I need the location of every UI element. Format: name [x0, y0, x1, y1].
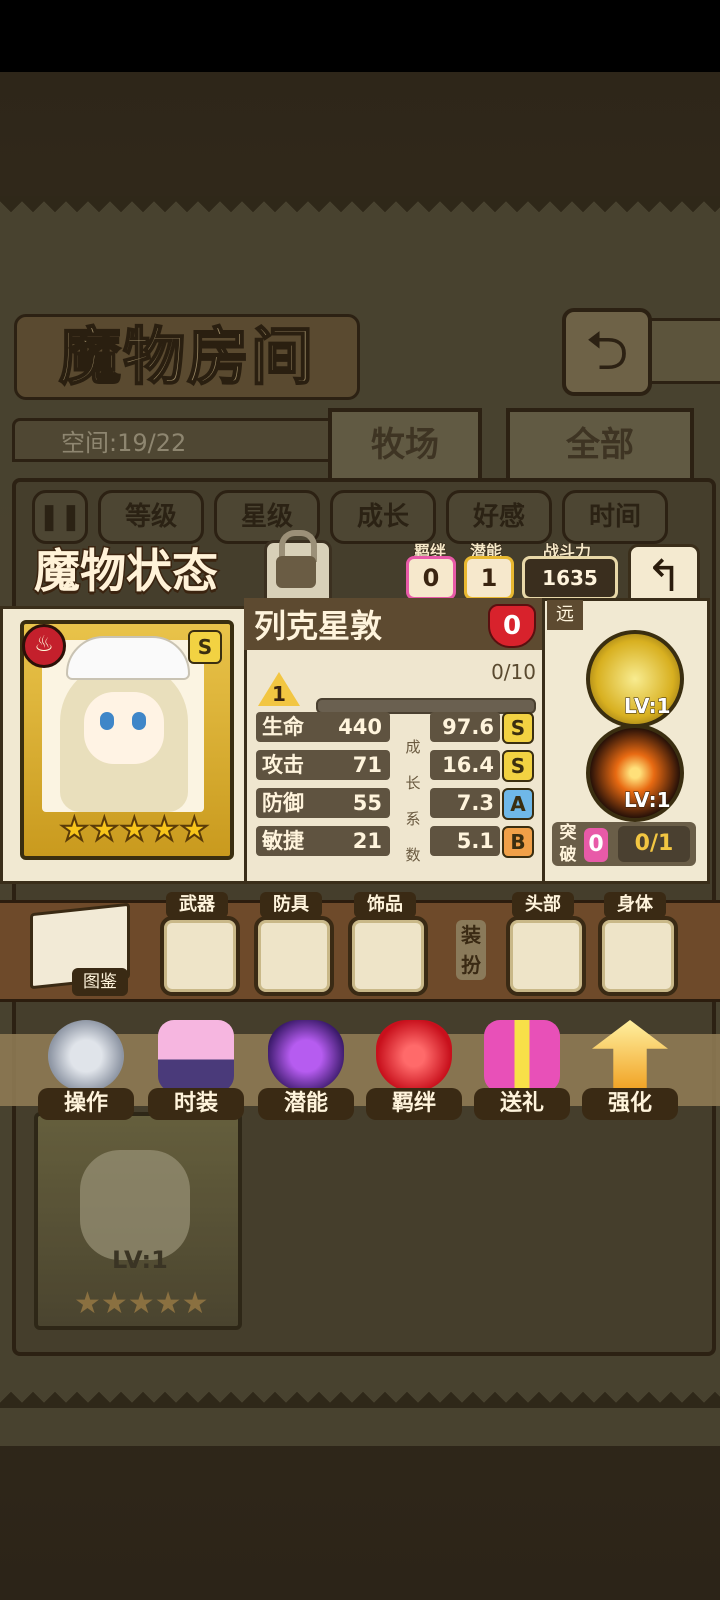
shadow-demon-icon — [268, 1020, 344, 1092]
equip-label-armor: 防具 — [260, 892, 322, 918]
back-button-frame — [640, 318, 720, 384]
back-icon: ⮌ — [585, 319, 629, 382]
background-monster-portrait — [80, 1150, 190, 1260]
enhance-button[interactable]: 强化 — [582, 1020, 678, 1120]
gear-icon — [48, 1020, 124, 1092]
equip-label-accessory: 饰品 — [354, 892, 416, 918]
page-title: 魔物房间 — [14, 314, 360, 400]
monster-eye-right — [132, 712, 146, 730]
stat-row-attack: 攻击 71 — [256, 750, 390, 780]
tab-all[interactable]: 全部 — [506, 408, 694, 482]
equip-slot-body[interactable] — [598, 916, 678, 996]
stat-label: 攻击 — [262, 753, 304, 777]
equip-slot-armor[interactable] — [254, 916, 334, 996]
growth-caption-char: 数 — [405, 846, 421, 864]
lock-icon-body — [276, 556, 316, 588]
growth-value-attack: 16.4 — [430, 750, 500, 780]
equip-label-body: 身体 — [604, 892, 666, 918]
growth-caption-char: 系 — [405, 810, 421, 828]
sort-growth-button[interactable]: 成长 — [330, 490, 436, 544]
sort-level-button[interactable]: 等级 — [98, 490, 204, 544]
stat-value: 55 — [352, 791, 382, 815]
grade-badge: B — [502, 826, 534, 858]
breakthrough-label: 突破 — [559, 823, 577, 865]
star-icon: ★ — [89, 809, 120, 849]
sort-affection-button[interactable]: 好感 — [446, 490, 552, 544]
costume-label: 时装 — [148, 1088, 244, 1120]
stat-value: 21 — [352, 829, 382, 853]
breakthrough-count: 0/1 — [618, 826, 690, 862]
dress-up-label: 装扮 — [456, 920, 486, 980]
operate-label: 操作 — [38, 1088, 134, 1120]
stat-row-hp: 生命 440 — [256, 712, 390, 742]
stat-label: 生命 — [262, 715, 304, 739]
stat-value: 440 — [338, 715, 382, 739]
stat-value: 71 — [352, 753, 382, 777]
stat-row-defense: 防御 55 — [256, 788, 390, 818]
bond-value: 0 — [406, 556, 456, 600]
potential-button-label: 潜能 — [258, 1088, 354, 1120]
back-button[interactable]: ⮌ — [562, 308, 652, 396]
up-arrow-icon — [592, 1020, 668, 1092]
pause-icon: ❚❚ — [38, 502, 82, 532]
star-icon: ★ — [59, 809, 90, 849]
operate-button[interactable]: 操作 — [38, 1020, 134, 1120]
growth-value-agility: 5.1 — [430, 826, 500, 856]
monster-rank-badge: S — [188, 630, 222, 664]
capacity-indicator: 空间:19/22 — [12, 418, 332, 462]
star-icon: ★ — [149, 809, 180, 849]
growth-caption-char: 成 — [405, 738, 421, 756]
tab-pasture[interactable]: 牧场 — [328, 408, 482, 482]
grade-badge: A — [502, 788, 534, 820]
growth-value-defense: 7.3 — [430, 788, 500, 818]
fire-element-icon: ♨ — [22, 624, 66, 668]
bond-button-label: 羁绊 — [366, 1088, 462, 1120]
growth-value-hp: 97.6 — [430, 712, 500, 742]
exp-text: 0/10 — [491, 660, 536, 684]
board-top-edge — [0, 196, 720, 240]
gift-box-icon — [484, 1020, 560, 1092]
power-value: 1635 — [522, 556, 618, 600]
grade-badge: S — [502, 712, 534, 744]
monster-book-label: 图鉴 — [72, 968, 128, 996]
enhance-label: 强化 — [582, 1088, 678, 1120]
back-arrow-icon: ↰ — [645, 551, 683, 602]
range-tag: 远 — [547, 600, 583, 630]
costume-button[interactable]: 时装 — [148, 1020, 244, 1120]
affection-heart-icon: 0 — [488, 604, 536, 648]
stat-label: 敏捷 — [262, 829, 304, 853]
monster-eye-left — [100, 712, 114, 730]
potential-value: 1 — [464, 556, 514, 600]
grade-badge: S — [502, 750, 534, 782]
gift-button[interactable]: 送礼 — [474, 1020, 570, 1120]
double-heart-icon — [376, 1020, 452, 1092]
bond-button[interactable]: 羁绊 — [366, 1020, 462, 1120]
outfit-icon — [158, 1020, 234, 1092]
monster-portrait-face — [84, 692, 164, 764]
equip-slot-head[interactable] — [506, 916, 586, 996]
skill-level: LV:1 — [623, 694, 671, 719]
equip-slot-weapon[interactable] — [160, 916, 240, 996]
background-monster-level: LV:1 — [112, 1246, 168, 1274]
growth-caption-char: 长 — [405, 774, 421, 792]
sort-time-button[interactable]: 时间 — [562, 490, 668, 544]
potential-button[interactable]: 潜能 — [258, 1020, 354, 1120]
stat-row-agility: 敏捷 21 — [256, 826, 390, 856]
stat-label: 防御 — [262, 791, 304, 815]
board-bottom-edge — [0, 1364, 720, 1408]
equip-label-weapon: 武器 — [166, 892, 228, 918]
monster-name: 列克星敦 — [254, 607, 383, 645]
monster-portrait-hat — [66, 636, 190, 680]
skill-level: LV:1 — [623, 788, 671, 813]
star-icon: ★ — [179, 809, 210, 849]
equip-label-head: 头部 — [512, 892, 574, 918]
star-icon: ★ — [119, 809, 150, 849]
pause-button[interactable]: ❚❚ — [32, 490, 88, 544]
breakthrough-value: 0 — [584, 828, 608, 862]
status-panel-title: 魔物状态 — [33, 543, 220, 600]
gift-label: 送礼 — [474, 1088, 570, 1120]
equip-slot-accessory[interactable] — [348, 916, 428, 996]
background-monster-stars: ★★★★★ — [74, 1286, 209, 1321]
